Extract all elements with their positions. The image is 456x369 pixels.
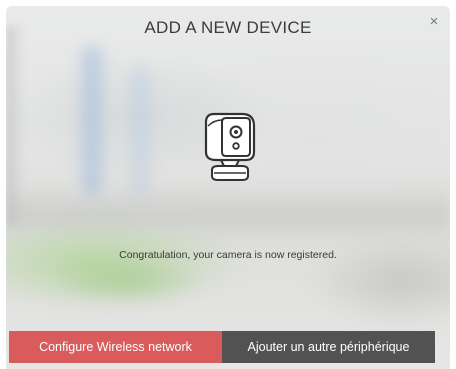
background-blur: [74, 46, 110, 196]
close-icon[interactable]: ×: [426, 14, 442, 30]
background-blur: [46, 256, 206, 306]
background-blur: [6, 26, 24, 226]
background-blur: [124, 66, 156, 196]
background-blur: [6, 218, 246, 308]
add-another-device-button[interactable]: Ajouter un autre périphérique: [222, 331, 435, 363]
background-blur: [6, 184, 450, 244]
registration-message: Congratulation, your camera is now regis…: [119, 249, 337, 261]
add-device-modal: ADD A NEW DEVICE × Congratulation, your …: [6, 6, 450, 369]
camera-icon: [204, 112, 256, 181]
configure-wireless-button[interactable]: Configure Wireless network: [9, 331, 222, 363]
modal-title: ADD A NEW DEVICE: [144, 18, 312, 37]
modal-footer: Configure Wireless network Ajouter un au…: [9, 331, 435, 363]
